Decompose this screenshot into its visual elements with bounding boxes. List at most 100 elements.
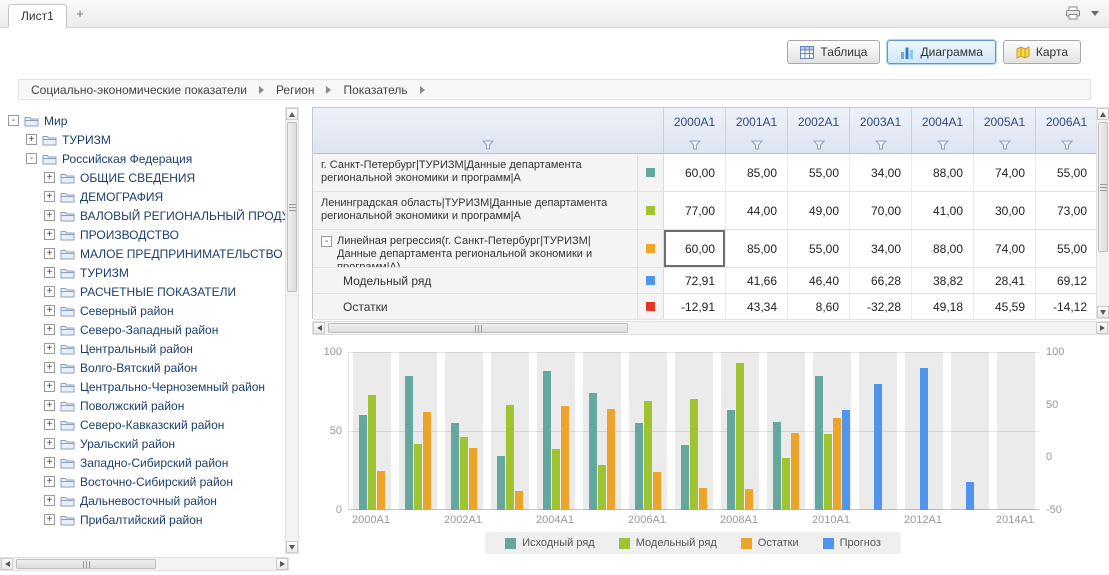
value-cell[interactable]: 55,00 bbox=[1036, 154, 1098, 191]
tree-item[interactable]: +Поволжский район bbox=[0, 396, 285, 415]
expand-icon[interactable]: + bbox=[44, 514, 55, 525]
tree-item[interactable]: +ДЕМОГРАФИЯ bbox=[0, 187, 285, 206]
expand-icon[interactable]: + bbox=[44, 343, 55, 354]
value-cell[interactable]: 69,12 bbox=[1036, 268, 1098, 293]
legend-item[interactable]: Прогноз bbox=[823, 537, 881, 549]
scroll-up-icon[interactable] bbox=[1097, 108, 1109, 120]
breadcrumb-item[interactable]: Социально-экономические показатели bbox=[31, 83, 247, 97]
value-cell[interactable]: 38,82 bbox=[912, 268, 974, 293]
map-view-button[interactable]: Карта bbox=[1003, 40, 1081, 64]
value-cell[interactable]: 46,40 bbox=[788, 268, 850, 293]
collapse-icon[interactable]: - bbox=[8, 115, 19, 126]
value-cell[interactable]: 44,00 bbox=[726, 192, 788, 229]
tree-item[interactable]: +ВАЛОВЫЙ РЕГИОНАЛЬНЫЙ ПРОДУКТ bbox=[0, 206, 285, 225]
row-label-cell[interactable]: -Линейная регрессия(г. Санкт-Петербург|Т… bbox=[313, 230, 638, 267]
value-cell[interactable]: 41,66 bbox=[726, 268, 788, 293]
value-cell[interactable]: 66,28 bbox=[850, 268, 912, 293]
legend-item[interactable]: Модельный ряд bbox=[619, 537, 717, 549]
value-cell[interactable]: 8,60 bbox=[788, 294, 850, 319]
column-header[interactable]: 2006A1 bbox=[1036, 108, 1098, 153]
scroll-down-icon[interactable] bbox=[1097, 306, 1109, 318]
legend-item[interactable]: Остатки bbox=[741, 537, 799, 549]
filter-icon[interactable] bbox=[482, 140, 494, 150]
value-cell[interactable]: 72,91 bbox=[664, 268, 726, 293]
value-cell[interactable]: 74,00 bbox=[974, 230, 1036, 267]
tree-item[interactable]: +ПРОИЗВОДСТВО bbox=[0, 225, 285, 244]
value-cell[interactable]: 85,00 bbox=[726, 154, 788, 191]
expand-icon[interactable]: + bbox=[44, 210, 55, 221]
filter-icon[interactable] bbox=[999, 140, 1011, 150]
row-label-cell[interactable]: Ленинградская область|ТУРИЗМ|Данные депа… bbox=[313, 192, 638, 229]
value-cell[interactable]: 74,00 bbox=[974, 154, 1036, 191]
tree-item[interactable]: -Российская Федерация bbox=[0, 149, 285, 168]
expand-icon[interactable]: + bbox=[44, 400, 55, 411]
tree-item[interactable]: +Прибалтийский район bbox=[0, 510, 285, 529]
scroll-right-icon[interactable] bbox=[276, 558, 288, 570]
table-horizontal-scrollbar[interactable] bbox=[312, 321, 1109, 335]
tree-item[interactable]: +Уральский район bbox=[0, 434, 285, 453]
value-cell[interactable]: -14,12 bbox=[1036, 294, 1098, 319]
expand-icon[interactable]: + bbox=[44, 476, 55, 487]
tree-vertical-scrollbar[interactable] bbox=[285, 107, 299, 554]
value-cell[interactable]: 73,00 bbox=[1036, 192, 1098, 229]
dropdown-caret-icon[interactable] bbox=[1091, 11, 1099, 16]
value-cell[interactable]: -32,28 bbox=[850, 294, 912, 319]
tab-sheet1[interactable]: Лист1 bbox=[8, 4, 67, 28]
tree-item[interactable]: +Северо-Кавказский район bbox=[0, 415, 285, 434]
tree-item[interactable]: +ТУРИЗМ bbox=[0, 130, 285, 149]
expand-icon[interactable]: + bbox=[44, 419, 55, 430]
value-cell[interactable]: 43,34 bbox=[726, 294, 788, 319]
tree-item[interactable]: +ТУРИЗМ bbox=[0, 263, 285, 282]
breadcrumb-item[interactable]: Показатель bbox=[343, 83, 407, 97]
column-header[interactable]: 2002A1 bbox=[788, 108, 850, 153]
filter-icon[interactable] bbox=[813, 140, 825, 150]
row-header-cell[interactable] bbox=[313, 108, 664, 153]
scrollbar-thumb[interactable] bbox=[16, 559, 156, 569]
tree-item[interactable]: +Центрально-Черноземный район bbox=[0, 377, 285, 396]
expand-icon[interactable]: + bbox=[44, 324, 55, 335]
tree-item[interactable]: +Восточно-Сибирский район bbox=[0, 472, 285, 491]
tree-item[interactable]: +Западно-Сибирский район bbox=[0, 453, 285, 472]
tree-item[interactable]: +МАЛОЕ ПРЕДПРИНИМАТЕЛЬСТВО bbox=[0, 244, 285, 263]
value-cell[interactable]: 45,59 bbox=[974, 294, 1036, 319]
column-header[interactable]: 2001A1 bbox=[726, 108, 788, 153]
scrollbar-thumb[interactable] bbox=[287, 122, 297, 292]
expand-icon[interactable]: + bbox=[44, 229, 55, 240]
scroll-left-icon[interactable] bbox=[1, 558, 13, 570]
row-label-cell[interactable]: Остатки bbox=[313, 294, 638, 319]
value-cell[interactable]: 55,00 bbox=[788, 154, 850, 191]
diagram-view-button[interactable]: Диаграмма bbox=[887, 40, 995, 64]
filter-icon[interactable] bbox=[689, 140, 701, 150]
value-cell[interactable]: 85,00 bbox=[726, 230, 788, 267]
value-cell[interactable]: 55,00 bbox=[1036, 230, 1098, 267]
value-cell[interactable]: 34,00 bbox=[850, 230, 912, 267]
tree-item[interactable]: +Дальневосточный район bbox=[0, 491, 285, 510]
tree-item[interactable]: +РАСЧЕТНЫЕ ПОКАЗАТЕЛИ bbox=[0, 282, 285, 301]
tree-item[interactable]: -Мир bbox=[0, 111, 285, 130]
collapse-icon[interactable]: - bbox=[26, 153, 37, 164]
breadcrumb-item[interactable]: Регион bbox=[276, 83, 315, 97]
table-view-button[interactable]: Таблица bbox=[787, 40, 880, 64]
value-cell[interactable]: 77,00 bbox=[664, 192, 726, 229]
value-cell[interactable]: 49,18 bbox=[912, 294, 974, 319]
expand-icon[interactable]: + bbox=[44, 495, 55, 506]
print-icon[interactable] bbox=[1065, 6, 1081, 20]
tree-item[interactable]: +Волго-Вятский район bbox=[0, 358, 285, 377]
value-cell[interactable]: 41,00 bbox=[912, 192, 974, 229]
expand-icon[interactable]: + bbox=[26, 134, 37, 145]
expand-icon[interactable]: + bbox=[44, 438, 55, 449]
value-cell[interactable]: 88,00 bbox=[912, 154, 974, 191]
scroll-right-icon[interactable] bbox=[1096, 322, 1108, 334]
selected-cell[interactable]: 60,00 bbox=[664, 230, 726, 267]
row-label-cell[interactable]: г. Санкт-Петербург|ТУРИЗМ|Данные департа… bbox=[313, 154, 638, 191]
new-tab-button[interactable]: + bbox=[72, 6, 88, 21]
legend-item[interactable]: Исходный ряд bbox=[505, 537, 595, 549]
tree-item[interactable]: +ОБЩИЕ СВЕДЕНИЯ bbox=[0, 168, 285, 187]
column-header[interactable]: 2004A1 bbox=[912, 108, 974, 153]
value-cell[interactable]: 49,00 bbox=[788, 192, 850, 229]
value-cell[interactable]: 30,00 bbox=[974, 192, 1036, 229]
scroll-down-icon[interactable] bbox=[286, 541, 298, 553]
tree-item[interactable]: +Северный район bbox=[0, 301, 285, 320]
expand-icon[interactable]: + bbox=[44, 381, 55, 392]
row-label-cell[interactable]: Модельный ряд bbox=[313, 268, 638, 293]
